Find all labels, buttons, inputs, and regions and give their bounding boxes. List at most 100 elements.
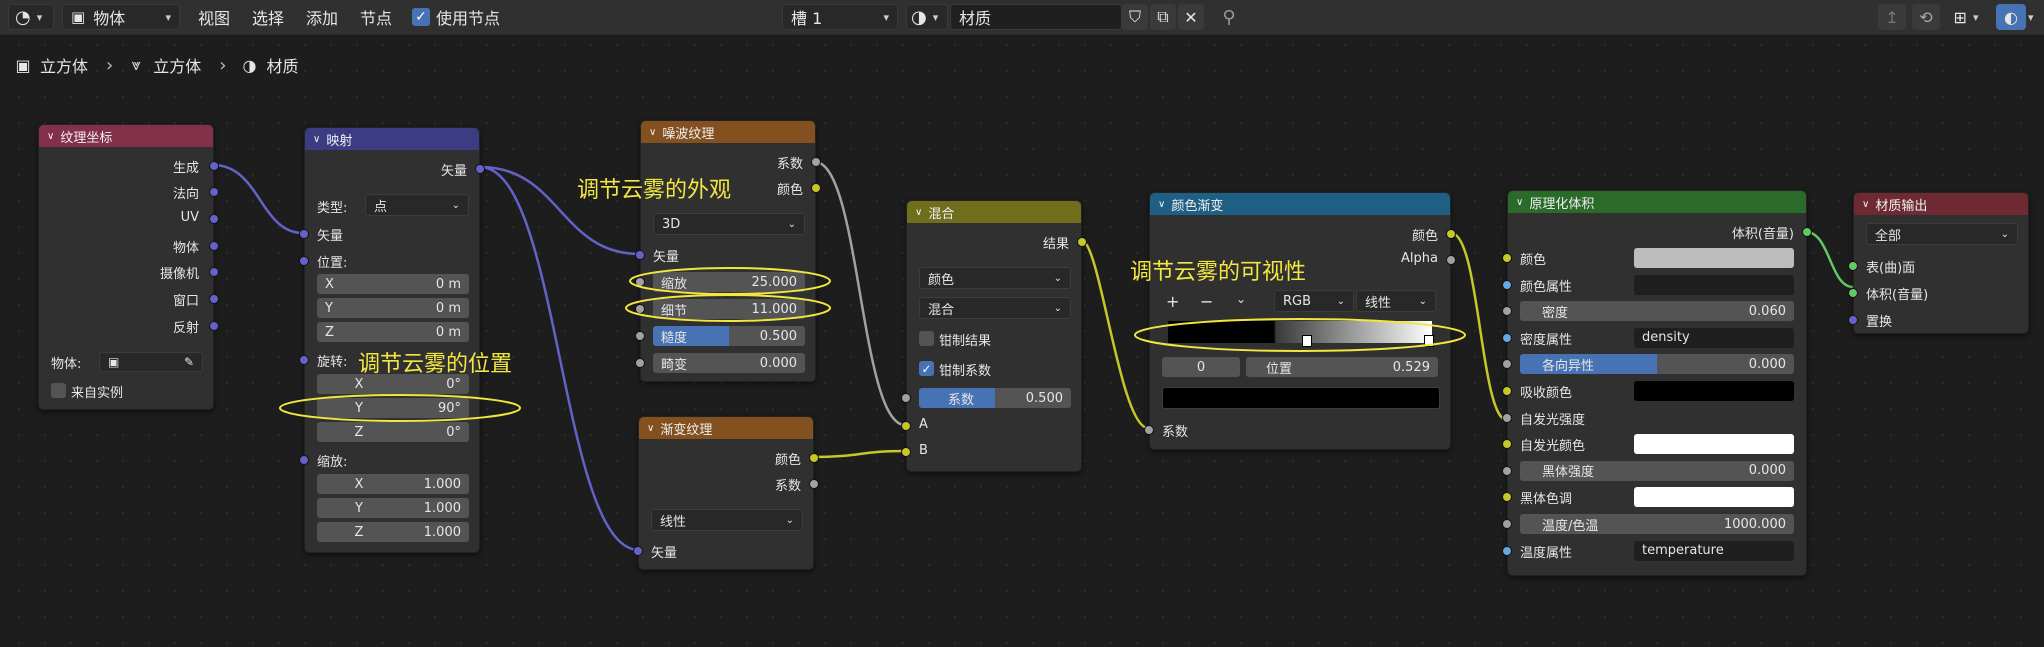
pin-button[interactable]: ⚲ — [1216, 4, 1242, 30]
volume-number-field[interactable]: 温度/色温 1000.000 — [1520, 514, 1794, 534]
overlays-dropdown[interactable]: ▾ — [2028, 4, 2044, 30]
socket-volume-input[interactable] — [1502, 253, 1512, 263]
color-swatch[interactable] — [1634, 381, 1794, 401]
socket-roughness[interactable] — [635, 331, 645, 341]
volume-number-field[interactable]: 各向异性 0.000 — [1520, 354, 1794, 375]
menu-node[interactable]: 节点 — [354, 4, 398, 30]
from-instancer-checkbox[interactable] — [51, 383, 66, 398]
roughness-field[interactable]: 糙度 0.500 — [653, 326, 805, 346]
menu-select[interactable]: 选择 — [246, 4, 290, 30]
gradient-type-dropdown[interactable]: 线性 ⌄ — [651, 509, 803, 531]
scale-field[interactable]: 缩放 25.000 — [653, 272, 805, 292]
socket-factor[interactable] — [901, 393, 911, 403]
remove-stop-button[interactable]: − — [1200, 292, 1213, 311]
socket-vector-in[interactable] — [633, 546, 643, 556]
collapse-arrow-icon[interactable]: ∨ — [1862, 199, 1869, 210]
socket-vector-in[interactable] — [299, 229, 309, 239]
socket-volume-out[interactable] — [1802, 227, 1812, 237]
material-slot-dropdown[interactable]: 槽 1 ▾ — [782, 4, 898, 30]
socket-volume-input[interactable] — [1502, 439, 1512, 450]
node-mapping[interactable]: ∨ 映射 矢量 类型: 点 ⌄ 矢量 位置: X0 m Y0 m Z0 m 旋转: … — [299, 127, 485, 553]
node-header[interactable]: ∨ 材质输出 — [1854, 193, 2028, 215]
unlink-material-button[interactable]: ✕ — [1178, 4, 1204, 30]
node-texture-coordinate[interactable]: ∨ 纹理坐标 生成 法向 UV 物体 摄像机 窗口 反射 物体: ▣ ✎ 来自实例 — [38, 124, 219, 410]
clamp-factor-checkbox[interactable]: ✓ — [919, 361, 934, 376]
socket-volume-input[interactable] — [1502, 279, 1512, 290]
collapse-arrow-icon[interactable]: ∨ — [1516, 197, 1523, 208]
socket-volume-input[interactable] — [1502, 306, 1512, 317]
socket-vector-in[interactable] — [635, 250, 645, 260]
volume-number-field[interactable]: 密度 0.060 — [1520, 301, 1794, 322]
snap-button[interactable]: ⟲ — [1912, 4, 1940, 30]
node-color-ramp[interactable]: ∨ 颜色渐变 颜色 Alpha + − ⌄ RGB ⌄ 线性 ⌄ 0 位置 0.529 … — [1144, 192, 1456, 450]
stop-position-field[interactable]: 位置 0.529 — [1246, 357, 1438, 377]
scale-x-field[interactable]: X 1.000 — [317, 474, 469, 494]
socket-alpha-out[interactable] — [1446, 255, 1456, 265]
factor-field[interactable]: 系数 0.500 — [919, 388, 1071, 408]
attribute-name-field[interactable]: density — [1634, 327, 1794, 348]
mapping-type-dropdown[interactable]: 点 ⌄ — [365, 194, 469, 216]
collapse-arrow-icon[interactable]: ∨ — [313, 134, 320, 145]
color-swatch[interactable] — [1634, 487, 1794, 508]
node-header[interactable]: ∨ 噪波纹理 — [641, 121, 815, 143]
eyedropper-icon[interactable]: ✎ — [184, 355, 194, 369]
location-x-field[interactable]: X 0 m — [317, 274, 469, 294]
socket-color-out[interactable] — [1446, 229, 1456, 239]
volume-number-field[interactable]: 黑体强度 0.000 — [1520, 460, 1794, 481]
snap-settings-dropdown[interactable]: ⊞ ▾ — [1946, 4, 1986, 30]
socket-surface[interactable] — [1848, 261, 1858, 271]
socket-location[interactable] — [299, 256, 309, 266]
mix-data-type-dropdown[interactable]: 颜色 ⌄ — [919, 267, 1071, 289]
add-stop-button[interactable]: + — [1166, 292, 1179, 311]
socket-detail[interactable] — [635, 304, 645, 314]
parent-node-tree-button[interactable]: ↥ — [1878, 4, 1906, 30]
socket-displacement[interactable] — [1848, 315, 1858, 325]
stop-color-swatch[interactable] — [1162, 387, 1440, 409]
socket-result-out[interactable] — [1077, 237, 1087, 247]
socket-volume-input[interactable] — [1502, 412, 1512, 423]
browse-material-button[interactable]: ◑ ▾ — [906, 4, 948, 30]
socket-camera[interactable] — [209, 267, 219, 277]
collapse-arrow-icon[interactable]: ∨ — [647, 423, 654, 434]
socket-volume-input[interactable] — [1502, 492, 1512, 503]
collapse-arrow-icon[interactable]: ∨ — [1158, 199, 1165, 210]
socket-scale[interactable] — [299, 455, 309, 465]
clamp-result-checkbox[interactable] — [919, 331, 934, 346]
socket-fac-out[interactable] — [811, 157, 821, 167]
node-header[interactable]: ∨ 颜色渐变 — [1150, 193, 1450, 215]
color-ramp-gradient[interactable] — [1168, 321, 1432, 343]
attribute-name-field[interactable] — [1634, 274, 1794, 295]
socket-object[interactable] — [209, 241, 219, 251]
socket-volume-in[interactable] — [1848, 288, 1858, 298]
node-gradient-texture[interactable]: ∨ 渐变纹理 颜色 系数 线性 ⌄ 矢量 — [633, 416, 819, 570]
active-stop-index-field[interactable]: 0 — [1162, 357, 1240, 377]
node-header[interactable]: ∨ 纹理坐标 — [39, 125, 213, 147]
scale-z-field[interactable]: Z 1.000 — [317, 522, 469, 542]
menu-add[interactable]: 添加 — [300, 4, 344, 30]
socket-normal[interactable] — [209, 187, 219, 197]
socket-window[interactable] — [209, 294, 219, 304]
socket-b[interactable] — [901, 447, 911, 457]
socket-scale[interactable] — [635, 277, 645, 287]
node-noise-texture[interactable]: ∨ 噪波纹理 系数 颜色 3D ⌄ 矢量 缩放 25.000 细节 11.000 糙度 0… — [635, 120, 821, 382]
collapse-arrow-icon[interactable]: ∨ — [915, 207, 922, 218]
socket-fac-in[interactable] — [1144, 425, 1154, 435]
detail-field[interactable]: 细节 11.000 — [653, 299, 805, 319]
socket-volume-input[interactable] — [1502, 465, 1512, 476]
ramp-stop-marker[interactable] — [1302, 335, 1312, 347]
socket-uv[interactable] — [209, 214, 219, 224]
material-name-field[interactable]: 材质 — [950, 4, 1122, 30]
collapse-arrow-icon[interactable]: ∨ — [649, 127, 656, 138]
socket-volume-input[interactable] — [1502, 359, 1512, 370]
rotation-z-field[interactable]: Z 0° — [317, 422, 469, 442]
socket-volume-input[interactable] — [1502, 519, 1512, 529]
location-y-field[interactable]: Y 0 m — [317, 298, 469, 318]
ramp-stop-marker[interactable] — [1424, 335, 1434, 347]
socket-volume-input[interactable] — [1502, 545, 1512, 556]
use-nodes-toggle[interactable]: ✓ 使用节点 — [412, 4, 500, 30]
node-header[interactable]: ∨ 原理化体积 — [1508, 191, 1806, 213]
editor-type-dropdown[interactable]: ◔ ▾ — [8, 4, 54, 30]
duplicate-material-button[interactable]: ⧉ — [1150, 4, 1176, 30]
node-header[interactable]: ∨ 渐变纹理 — [639, 417, 813, 439]
socket-vector-out[interactable] — [475, 164, 485, 174]
